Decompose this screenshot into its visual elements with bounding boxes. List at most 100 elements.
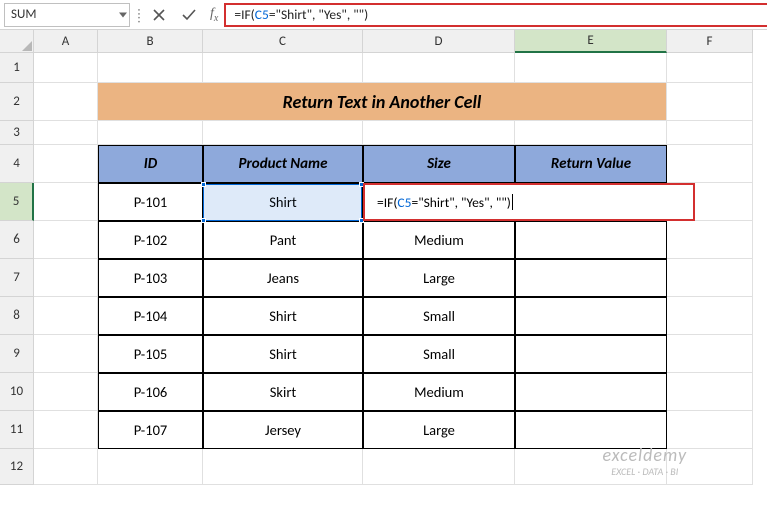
select-all-button[interactable] xyxy=(0,30,34,53)
formula-text-post: ="Shirt", "Yes", "") xyxy=(269,6,368,23)
cell[interactable] xyxy=(34,449,98,485)
cell[interactable] xyxy=(34,297,98,335)
td-pname[interactable]: Shirt xyxy=(203,335,363,373)
cell[interactable] xyxy=(98,53,203,83)
col-header-a[interactable]: A xyxy=(34,30,98,53)
col-header-f[interactable]: F xyxy=(667,30,753,53)
row-header-6[interactable]: 6 xyxy=(0,221,34,259)
cell[interactable] xyxy=(34,183,98,221)
td-id[interactable]: P-101 xyxy=(98,183,203,221)
row-header-12[interactable]: 12 xyxy=(0,449,34,485)
spreadsheet-grid[interactable]: A B C D E F 1 2 Return Text in Another C… xyxy=(0,30,767,485)
formula-text-pre: =IF( xyxy=(234,6,254,23)
td-id[interactable]: P-107 xyxy=(98,411,203,449)
cell[interactable] xyxy=(667,373,753,411)
th-size[interactable]: Size xyxy=(363,145,515,183)
td-size[interactable]: Large xyxy=(363,411,515,449)
chevron-down-icon[interactable] xyxy=(119,12,127,17)
td-size[interactable]: Medium xyxy=(363,221,515,259)
cell[interactable] xyxy=(98,121,203,145)
row-header-10[interactable]: 10 xyxy=(0,373,34,411)
cell[interactable] xyxy=(363,53,515,83)
td-rv[interactable] xyxy=(515,297,667,335)
cell[interactable] xyxy=(203,449,363,485)
cell-formula-ref: C5 xyxy=(397,194,411,211)
td-size[interactable]: Large xyxy=(363,259,515,297)
row-3: 3 xyxy=(0,121,767,145)
cell[interactable] xyxy=(667,145,753,183)
cell[interactable] xyxy=(667,83,753,121)
cell[interactable] xyxy=(667,297,753,335)
cell[interactable] xyxy=(34,335,98,373)
column-headers: A B C D E F xyxy=(0,30,767,53)
row-header-5[interactable]: 5 xyxy=(0,183,34,221)
col-header-e[interactable]: E xyxy=(515,30,667,53)
td-id[interactable]: P-102 xyxy=(98,221,203,259)
cell-formula-pre: =IF( xyxy=(377,194,397,211)
cell[interactable] xyxy=(203,53,363,83)
td-id[interactable]: P-104 xyxy=(98,297,203,335)
formula-input[interactable]: =IF(C5="Shirt", "Yes", "") xyxy=(224,3,767,27)
row-header-3[interactable]: 3 xyxy=(0,121,34,145)
row-header-2[interactable]: 2 xyxy=(0,83,34,121)
td-pname[interactable]: Pant xyxy=(203,221,363,259)
cell[interactable] xyxy=(667,221,753,259)
cell[interactable] xyxy=(34,411,98,449)
cell[interactable] xyxy=(34,53,98,83)
td-size[interactable]: Small xyxy=(363,335,515,373)
cell[interactable] xyxy=(515,121,667,145)
col-header-c[interactable]: C xyxy=(203,30,363,53)
enter-button[interactable] xyxy=(174,2,204,28)
th-id[interactable]: ID xyxy=(98,145,203,183)
td-rv[interactable] xyxy=(515,259,667,297)
row-header-11[interactable]: 11 xyxy=(0,411,34,449)
td-rv[interactable] xyxy=(515,221,667,259)
cell[interactable] xyxy=(667,259,753,297)
cancel-button[interactable] xyxy=(144,2,174,28)
x-icon xyxy=(151,7,167,23)
col-header-b[interactable]: B xyxy=(98,30,203,53)
td-rv[interactable] xyxy=(515,373,667,411)
cell[interactable] xyxy=(363,121,515,145)
cell[interactable] xyxy=(667,121,753,145)
cell[interactable] xyxy=(515,53,667,83)
fx-icon[interactable]: fx xyxy=(210,6,218,24)
td-size[interactable]: Small xyxy=(363,297,515,335)
row-1: 1 xyxy=(0,53,767,83)
td-id[interactable]: P-106 xyxy=(98,373,203,411)
td-id[interactable]: P-103 xyxy=(98,259,203,297)
title-banner[interactable]: Return Text in Another Cell xyxy=(98,83,667,121)
cell[interactable] xyxy=(667,53,753,83)
row-header-4[interactable]: 4 xyxy=(0,145,34,183)
cell[interactable] xyxy=(98,449,203,485)
cell[interactable] xyxy=(203,121,363,145)
td-id[interactable]: P-105 xyxy=(98,335,203,373)
td-pname[interactable]: Skirt xyxy=(203,373,363,411)
cell[interactable] xyxy=(34,373,98,411)
watermark-small: EXCEL · DATA · BI xyxy=(602,466,687,477)
row-8: 8 P-104 Shirt Small xyxy=(0,297,767,335)
td-rv[interactable] xyxy=(515,335,667,373)
row-header-1[interactable]: 1 xyxy=(0,53,34,83)
title-text: Return Text in Another Cell xyxy=(283,91,482,113)
row-header-8[interactable]: 8 xyxy=(0,297,34,335)
cell[interactable] xyxy=(363,449,515,485)
td-pname[interactable]: Shirt xyxy=(203,297,363,335)
cell[interactable] xyxy=(667,335,753,373)
td-pname[interactable]: Shirt xyxy=(203,183,363,221)
row-header-7[interactable]: 7 xyxy=(0,259,34,297)
cell-formula-editor[interactable]: =IF(C5="Shirt", "Yes", "") xyxy=(363,183,695,221)
cell[interactable] xyxy=(34,221,98,259)
td-pname[interactable]: Jersey xyxy=(203,411,363,449)
cell[interactable] xyxy=(34,145,98,183)
th-pname[interactable]: Product Name xyxy=(203,145,363,183)
row-header-9[interactable]: 9 xyxy=(0,335,34,373)
col-header-d[interactable]: D xyxy=(363,30,515,53)
td-size[interactable]: Medium xyxy=(363,373,515,411)
td-pname[interactable]: Jeans xyxy=(203,259,363,297)
cell[interactable] xyxy=(34,83,98,121)
cell[interactable] xyxy=(34,259,98,297)
th-rv[interactable]: Return Value xyxy=(515,145,667,183)
name-box[interactable]: SUM xyxy=(4,3,130,27)
cell[interactable] xyxy=(34,121,98,145)
